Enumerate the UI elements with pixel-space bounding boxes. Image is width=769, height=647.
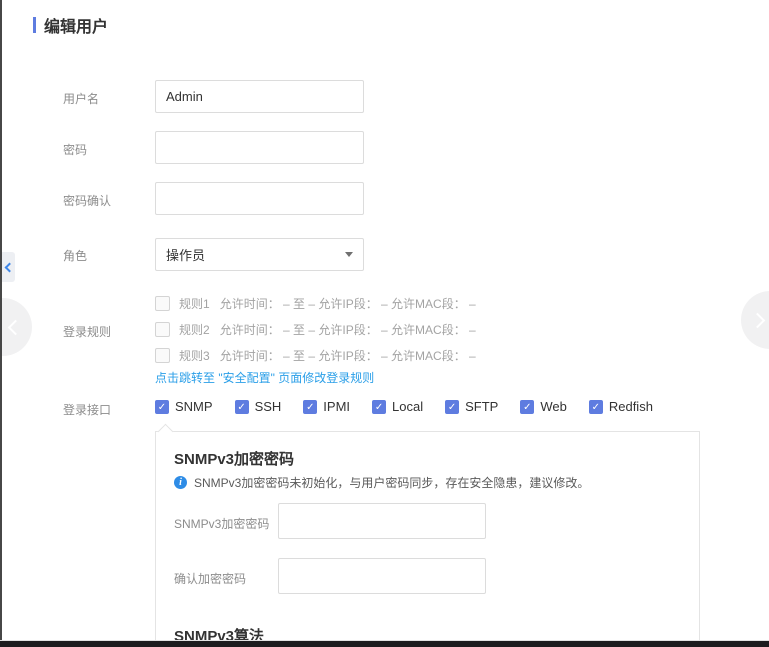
interface-label: IPMI bbox=[323, 399, 350, 414]
checkbox-redfish[interactable]: ✓ bbox=[589, 400, 603, 414]
snmpv3-panel-title: SNMPv3加密密码 bbox=[174, 448, 294, 469]
bottom-taskbar-edge bbox=[0, 640, 769, 647]
rule-name: 规则2 bbox=[179, 321, 210, 338]
edit-user-page: 编辑用户 用户名 密码 密码确认 角色 操作员 登录规则 规则1 允许时间： –… bbox=[0, 0, 769, 647]
rule1-checkbox[interactable] bbox=[155, 296, 170, 311]
interface-label: SFTP bbox=[465, 399, 498, 414]
snmpv3-password-confirm-input[interactable] bbox=[278, 558, 486, 594]
username-input[interactable] bbox=[155, 80, 364, 113]
checkbox-snmp[interactable]: ✓ bbox=[155, 400, 169, 414]
rule-name: 规则1 bbox=[179, 295, 210, 312]
login-interfaces-group: ✓ SNMP ✓ SSH ✓ IPMI ✓ Local ✓ SFTP ✓ Web… bbox=[155, 399, 675, 414]
interface-option-local[interactable]: ✓ Local bbox=[372, 399, 423, 414]
role-select[interactable]: 操作员 bbox=[155, 238, 364, 271]
login-rule-row: 规则3 允许时间： – 至 – 允许IP段： – 允许MAC段： – bbox=[155, 345, 476, 365]
login-interfaces-label: 登录接口 bbox=[63, 401, 111, 418]
security-config-link[interactable]: 点击跳转至 "安全配置" 页面修改登录规则 bbox=[155, 369, 374, 386]
rule3-checkbox[interactable] bbox=[155, 348, 170, 363]
checkbox-ssh[interactable]: ✓ bbox=[235, 400, 249, 414]
snmpv3-password-input[interactable] bbox=[278, 503, 486, 539]
interface-option-ipmi[interactable]: ✓ IPMI bbox=[303, 399, 350, 414]
password-confirm-label: 密码确认 bbox=[63, 192, 111, 209]
info-icon: i bbox=[174, 476, 187, 489]
snmpv3-password-label: SNMPv3加密密码 bbox=[174, 515, 269, 532]
page-title: 编辑用户 bbox=[33, 13, 108, 37]
snmpv3-info-row: i SNMPv3加密密码未初始化，与用户密码同步，存在安全隐患，建议修改。 bbox=[174, 474, 589, 491]
checkbox-sftp[interactable]: ✓ bbox=[445, 400, 459, 414]
checkbox-local[interactable]: ✓ bbox=[372, 400, 386, 414]
chevron-right-icon bbox=[750, 313, 766, 329]
checkbox-web[interactable]: ✓ bbox=[520, 400, 534, 414]
rule-name: 规则3 bbox=[179, 347, 210, 364]
carousel-prev-button[interactable] bbox=[0, 298, 32, 356]
rule-detail: 允许时间： – 至 – 允许IP段： – 允许MAC段： – bbox=[220, 295, 476, 312]
interface-label: SNMP bbox=[175, 399, 213, 414]
rule2-checkbox[interactable] bbox=[155, 322, 170, 337]
rule-detail: 允许时间： – 至 – 允许IP段： – 允许MAC段： – bbox=[220, 321, 476, 338]
page-title-text: 编辑用户 bbox=[44, 13, 108, 37]
rule-detail: 允许时间： – 至 – 允许IP段： – 允许MAC段： – bbox=[220, 347, 476, 364]
interface-option-ssh[interactable]: ✓ SSH bbox=[235, 399, 282, 414]
title-accent-bar bbox=[33, 17, 36, 33]
interface-label: SSH bbox=[255, 399, 282, 414]
password-confirm-input[interactable] bbox=[155, 182, 364, 215]
login-rule-row: 规则2 允许时间： – 至 – 允许IP段： – 允许MAC段： – bbox=[155, 319, 476, 339]
interface-label: Web bbox=[540, 399, 567, 414]
login-rules-label: 登录规则 bbox=[63, 323, 111, 340]
carousel-next-button[interactable] bbox=[741, 291, 769, 349]
chevron-left-icon bbox=[8, 320, 24, 336]
password-label: 密码 bbox=[63, 141, 87, 158]
role-label: 角色 bbox=[63, 247, 87, 264]
chevron-left-icon bbox=[5, 262, 15, 272]
window-left-edge bbox=[0, 0, 2, 647]
interface-option-sftp[interactable]: ✓ SFTP bbox=[445, 399, 498, 414]
interface-option-snmp[interactable]: ✓ SNMP bbox=[155, 399, 213, 414]
password-input[interactable] bbox=[155, 131, 364, 164]
snmpv3-info-text: SNMPv3加密密码未初始化，与用户密码同步，存在安全隐患，建议修改。 bbox=[194, 474, 589, 491]
interface-option-web[interactable]: ✓ Web bbox=[520, 399, 567, 414]
checkbox-ipmi[interactable]: ✓ bbox=[303, 400, 317, 414]
role-select-value: 操作员 bbox=[166, 245, 345, 264]
interface-label: Local bbox=[392, 399, 423, 414]
snmpv3-password-confirm-label: 确认加密密码 bbox=[174, 570, 246, 587]
login-rules-list: 规则1 允许时间： – 至 – 允许IP段： – 允许MAC段： – 规则2 允… bbox=[155, 293, 476, 371]
login-rule-row: 规则1 允许时间： – 至 – 允许IP段： – 允许MAC段： – bbox=[155, 293, 476, 313]
interface-option-redfish[interactable]: ✓ Redfish bbox=[589, 399, 653, 414]
snmpv3-panel: SNMPv3加密密码 i SNMPv3加密密码未初始化，与用户密码同步，存在安全… bbox=[155, 431, 700, 647]
sidebar-collapse-button[interactable] bbox=[2, 252, 15, 282]
username-label: 用户名 bbox=[63, 90, 99, 107]
chevron-down-icon bbox=[345, 252, 353, 261]
interface-label: Redfish bbox=[609, 399, 653, 414]
